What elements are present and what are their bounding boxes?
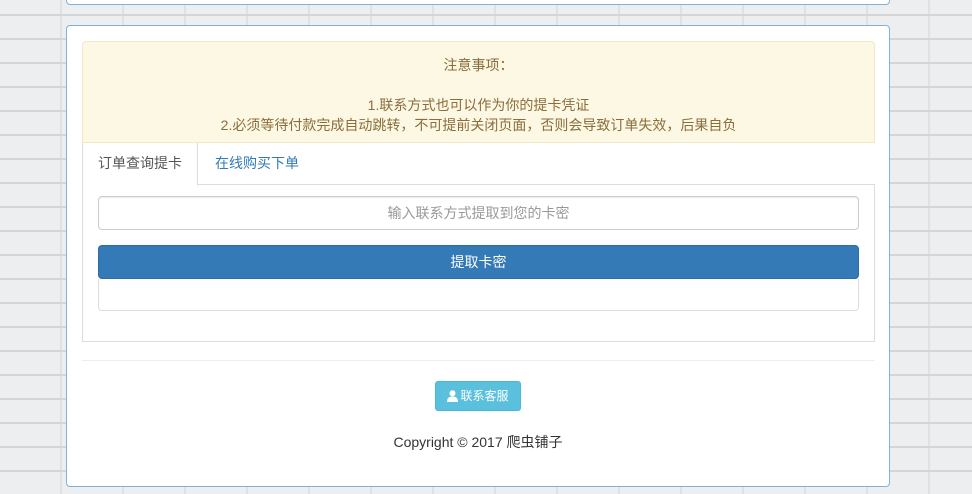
- fetch-card-button[interactable]: 提取卡密: [98, 245, 859, 279]
- notice-line-2: 2.必须等待付款完成自动跳转，不可提前关闭页面，否则会导致订单失效，后果自负: [220, 117, 737, 133]
- user-icon: [447, 384, 459, 412]
- contact-input[interactable]: [98, 196, 859, 230]
- notice-title: 注意事项：: [443, 57, 514, 73]
- result-box: [98, 279, 859, 311]
- main-panel: 注意事项： 1.联系方式也可以作为你的提卡凭证 2.必须等待付款完成自动跳转，不…: [66, 25, 890, 487]
- divider: [82, 360, 875, 361]
- top-panel: [66, 0, 890, 5]
- tab-online-purchase[interactable]: 在线购买下单: [200, 143, 314, 185]
- notice-alert: 注意事项： 1.联系方式也可以作为你的提卡凭证 2.必须等待付款完成自动跳转，不…: [82, 41, 875, 143]
- notice-line-1: 1.联系方式也可以作为你的提卡凭证: [367, 97, 590, 113]
- tab-pane-order-query: 提取卡密: [82, 185, 875, 342]
- copyright-text: Copyright © 2017 爬虫铺子: [393, 434, 563, 450]
- contact-support-button[interactable]: 联系客服: [435, 381, 521, 411]
- contact-support-label: 联系客服: [460, 389, 509, 403]
- tab-bar: 订单查询提卡 在线购买下单: [82, 143, 875, 186]
- tab-order-query[interactable]: 订单查询提卡: [82, 143, 198, 186]
